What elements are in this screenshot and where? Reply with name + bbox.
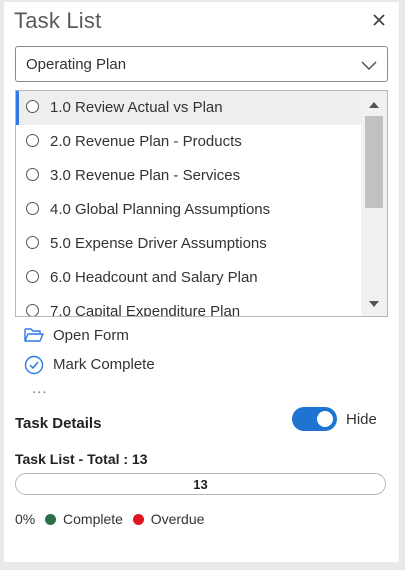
toggle-knob <box>317 411 333 427</box>
task-list-panel: Task List Operating Plan 1.0 Review Actu… <box>4 2 399 562</box>
toggle-label: Hide <box>346 411 377 428</box>
percent-complete: 0% <box>15 511 36 528</box>
scroll-up-arrow-icon[interactable] <box>368 98 380 110</box>
check-circle-icon <box>24 355 44 375</box>
task-item-label: 4.0 Global Planning Assumptions <box>50 201 271 218</box>
task-item-label: 3.0 Revenue Plan - Services <box>50 167 241 184</box>
scrollbar-thumb[interactable] <box>365 116 383 208</box>
task-details-label: Task Details <box>15 415 102 432</box>
task-list-selector-value: Operating Plan <box>26 56 127 73</box>
task-item-label: 2.0 Revenue Plan - Products <box>50 133 242 150</box>
folder-open-icon <box>24 326 44 344</box>
radio-button-icon[interactable] <box>26 236 39 249</box>
radio-button-icon[interactable] <box>26 168 39 181</box>
close-icon[interactable] <box>371 12 387 28</box>
list-scrollbar[interactable] <box>361 91 387 316</box>
task-item-label: 1.0 Review Actual vs Plan <box>50 99 223 116</box>
radio-button-icon[interactable] <box>26 270 39 283</box>
task-list-item[interactable]: 5.0 Expense Driver Assumptions <box>16 227 361 261</box>
complete-dot-icon <box>45 513 57 525</box>
task-listbox: 1.0 Review Actual vs Plan 2.0 Revenue Pla… <box>15 90 388 317</box>
mark-complete-label: Mark Complete <box>53 356 155 373</box>
overdue-legend-label: Overdue <box>150 511 205 528</box>
overdue-dot-icon <box>132 513 144 525</box>
more-actions-button[interactable]: ... <box>32 380 48 397</box>
task-total-label: Task List - Total : 13 <box>15 451 148 467</box>
task-item-label: 7.0 Capital Expenditure Plan <box>50 303 241 316</box>
task-list-item[interactable]: 3.0 Revenue Plan - Services <box>16 159 361 193</box>
task-list-item[interactable]: 2.0 Revenue Plan - Products <box>16 125 361 159</box>
task-list-selector[interactable]: Operating Plan <box>15 46 388 82</box>
chevron-down-icon <box>361 58 377 76</box>
task-list-item[interactable]: 1.0 Review Actual vs Plan <box>16 91 361 125</box>
task-list: 1.0 Review Actual vs Plan 2.0 Revenue Pla… <box>16 91 361 316</box>
panel-title: Task List <box>14 8 102 33</box>
progress-text: 13 <box>193 477 208 492</box>
complete-legend-label: Complete <box>63 511 123 528</box>
panel-header: Task List <box>4 2 399 42</box>
task-item-label: 6.0 Headcount and Salary Plan <box>50 269 258 286</box>
task-item-label: 5.0 Expense Driver Assumptions <box>50 235 267 252</box>
task-list-item[interactable]: 6.0 Headcount and Salary Plan <box>16 261 361 295</box>
radio-button-icon[interactable] <box>26 134 39 147</box>
radio-button-icon[interactable] <box>26 202 39 215</box>
open-form-button[interactable]: Open Form <box>24 325 144 347</box>
task-progress-bar: 13 <box>15 473 386 495</box>
task-list-item[interactable]: 4.0 Global Planning Assumptions <box>16 193 361 227</box>
mark-complete-button[interactable]: Mark Complete <box>24 354 169 376</box>
radio-button-icon[interactable] <box>26 100 39 113</box>
task-details-toggle[interactable] <box>292 407 337 431</box>
task-list-item[interactable]: 7.0 Capital Expenditure Plan <box>16 295 361 316</box>
radio-button-icon[interactable] <box>26 304 39 316</box>
progress-legend: 0% Complete Overdue <box>15 510 204 530</box>
open-form-label: Open Form <box>53 327 129 344</box>
scroll-down-arrow-icon[interactable] <box>368 297 380 309</box>
